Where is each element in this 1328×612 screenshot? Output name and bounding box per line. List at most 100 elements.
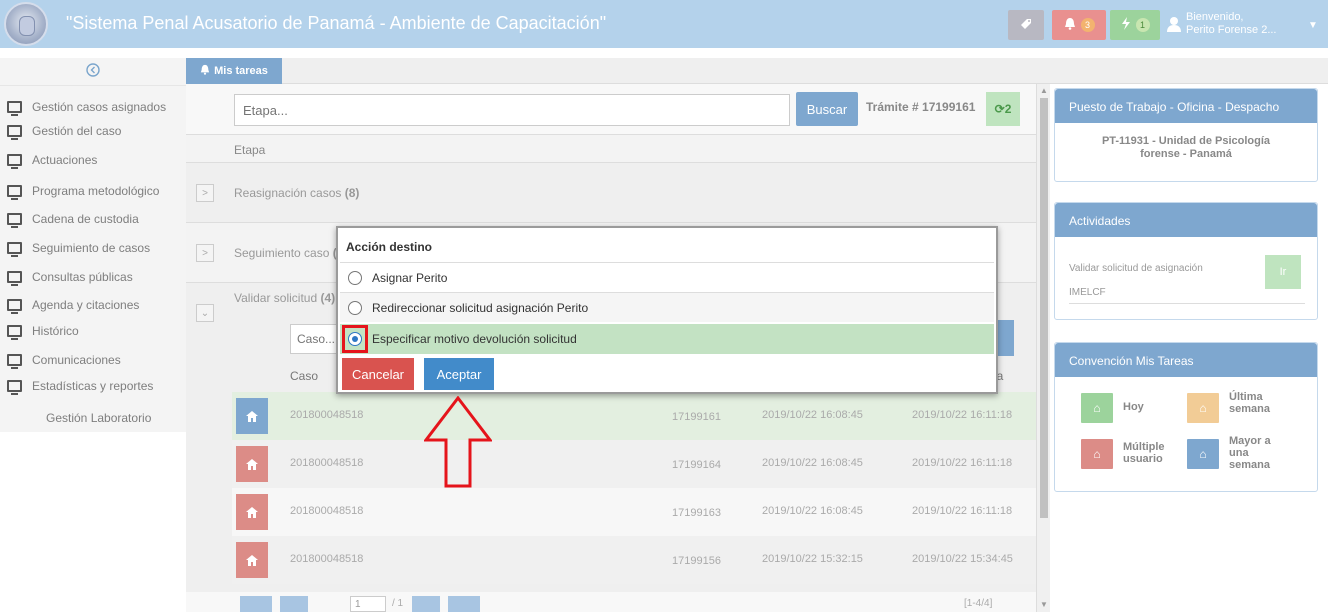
legend-mayor-3: semana [1229, 459, 1270, 471]
tab-mis-tareas[interactable]: Mis tareas [186, 58, 282, 84]
buscar-button[interactable]: Buscar [796, 92, 858, 126]
page-range: [1-4/4] [964, 598, 993, 609]
bolt-icon [1121, 17, 1131, 33]
home-icon[interactable] [236, 446, 268, 482]
stage-row[interactable]: > Reasignación casos (8) [186, 162, 1036, 222]
top-header: "Sistema Penal Acusatorio de Panamá - Am… [0, 0, 1328, 48]
monitor-icon [7, 185, 22, 200]
sidebar-item-gestion-del-caso[interactable]: Gestión del caso [0, 123, 186, 140]
option-asignar-perito[interactable]: Asignar Perito [340, 262, 994, 292]
sidebar-item-comunicaciones[interactable]: Comunicaciones [0, 347, 186, 373]
refresh-icon: ⟳ [994, 102, 1005, 116]
sidebar-item-programa-metodologico[interactable]: Programa metodológico [0, 178, 186, 204]
expand-icon[interactable]: > [196, 184, 214, 202]
table-row[interactable]: 201800048518 17199163 2019/10/22 16:08:4… [232, 488, 1036, 536]
legend-multiple-1: Múltiple [1123, 441, 1165, 453]
caso-search-button[interactable] [996, 320, 1014, 356]
highlight-box [342, 325, 368, 353]
next-page-button[interactable] [412, 596, 440, 612]
cell-fecha-fin: 2019/10/22 16:11:18 [912, 409, 1013, 421]
notifications-badge: 3 [1080, 18, 1095, 32]
user-menu[interactable]: Bienvenido, Perito Forense 2... ▼ [1166, 8, 1322, 42]
home-icon: ⌂ [1187, 439, 1219, 469]
scroll-up-icon[interactable]: ▲ [1040, 86, 1048, 95]
cell-caso: 201800048518 [290, 457, 364, 469]
home-icon[interactable] [236, 398, 268, 434]
cell-tramite: 17199161 [672, 411, 721, 423]
actividades-panel: Actividades Validar solicitud de asignac… [1054, 202, 1318, 320]
monitor-icon [7, 380, 22, 395]
home-icon: ⌂ [1081, 439, 1113, 469]
dialog-title: Acción destino [346, 240, 433, 254]
page-total: / 1 [392, 598, 404, 609]
collapse-icon[interactable]: ⌄ [196, 304, 214, 322]
page-number-input[interactable] [350, 596, 386, 612]
monitor-icon [7, 125, 22, 140]
sidebar-item-seguimiento-de-casos[interactable]: Seguimiento de casos [0, 235, 186, 261]
monitor-icon [7, 154, 22, 169]
sidebar-item-estadisticas-y-reportes[interactable]: Estadísticas y reportes [0, 376, 186, 396]
sidebar-item-gestion-laboratorio[interactable]: Gestión Laboratorio [0, 405, 186, 431]
radio-button[interactable] [348, 301, 362, 315]
puesto-title: Puesto de Trabajo - Oficina - Despacho [1055, 89, 1317, 123]
cell-fecha-inicio: 2019/10/22 16:08:45 [762, 505, 863, 517]
cancel-button[interactable]: Cancelar [342, 358, 414, 390]
home-icon[interactable] [236, 542, 268, 578]
convencion-title: Convención Mis Tareas [1055, 343, 1317, 377]
home-icon: ⌂ [1187, 393, 1219, 423]
sidebar-item-agenda-y-citaciones[interactable]: Agenda y citaciones [0, 292, 186, 318]
actividad-sub: IMELCF [1069, 287, 1106, 298]
sidebar-item-consultas-publicas[interactable]: Consultas públicas [0, 264, 186, 290]
puesto-line1: PT-11931 - Unidad de Psicología [1101, 135, 1271, 147]
legend-ultima-1: Última [1229, 391, 1263, 403]
cell-fecha-inicio: 2019/10/22 16:08:45 [762, 409, 863, 421]
main-scrollbar[interactable]: ▲ ▼ [1036, 84, 1050, 612]
user-icon [1166, 16, 1182, 32]
tag-icon [1019, 17, 1033, 34]
sidebar-item-gestion-casos-asignados[interactable]: Gestión casos asignados [0, 94, 186, 120]
sidebar-item-cadena-de-custodia[interactable]: Cadena de custodia [0, 206, 186, 232]
notifications-button[interactable]: 3 [1052, 10, 1106, 40]
etapa-search-input[interactable] [234, 94, 790, 126]
table-row[interactable]: 201800048518 17199156 2019/10/22 15:32:1… [232, 536, 1036, 584]
refresh-button[interactable]: ⟳ 2 [986, 92, 1020, 126]
sidebar-item-actuaciones[interactable]: Actuaciones [0, 152, 186, 169]
legend-hoy: Hoy [1123, 401, 1144, 413]
option-redireccionar[interactable]: Redireccionar solicitud asignación Perit… [340, 292, 994, 322]
last-page-button[interactable] [448, 596, 480, 612]
sidebar-collapse-button[interactable] [0, 58, 186, 86]
prev-page-button[interactable] [280, 596, 308, 612]
actividad-item: Validar solicitud de asignación [1069, 263, 1203, 274]
home-icon[interactable] [236, 494, 268, 530]
scroll-down-icon[interactable]: ▼ [1040, 600, 1048, 609]
sidebar-item-historico[interactable]: Histórico [0, 318, 186, 344]
scroll-thumb[interactable] [1040, 98, 1048, 518]
table-row[interactable]: 201800048518 17199164 2019/10/22 16:08:4… [232, 440, 1036, 488]
user-greeting: Bienvenido, [1186, 11, 1244, 23]
first-page-button[interactable] [240, 596, 272, 612]
legend-multiple-2: usuario [1123, 453, 1163, 465]
expand-icon[interactable]: > [196, 244, 214, 262]
monitor-icon [7, 299, 22, 314]
caret-down-icon: ▼ [1308, 20, 1318, 31]
cell-tramite: 17199156 [672, 555, 721, 567]
convencion-panel: Convención Mis Tareas ⌂ Hoy ⌂ Última sema… [1054, 342, 1318, 492]
radio-button[interactable] [348, 271, 362, 285]
sidebar: Gestión casos asignados Gestión del caso… [0, 58, 186, 432]
bell-icon [1064, 17, 1076, 33]
monitor-icon [7, 271, 22, 286]
tramite-label: Trámite # 17199161 [866, 100, 976, 114]
actividades-title: Actividades [1055, 203, 1317, 237]
tag-button[interactable] [1008, 10, 1044, 40]
table-row[interactable]: 201800048518 17199161 2019/10/22 16:08:4… [232, 392, 1036, 440]
accept-button[interactable]: Aceptar [424, 358, 494, 390]
option-especificar-motivo[interactable]: Especificar motivo devolución solicitud [340, 324, 994, 354]
institution-logo [4, 2, 48, 46]
alerts-button[interactable]: 1 [1110, 10, 1160, 40]
arrow-circle-left-icon [86, 63, 100, 80]
ir-button[interactable]: Ir [1265, 255, 1301, 289]
app-title: "Sistema Penal Acusatorio de Panamá - Am… [66, 13, 607, 33]
monitor-icon [7, 213, 22, 228]
legend-mayor-1: Mayor a [1229, 435, 1271, 447]
cell-fecha-inicio: 2019/10/22 16:08:45 [762, 457, 863, 469]
